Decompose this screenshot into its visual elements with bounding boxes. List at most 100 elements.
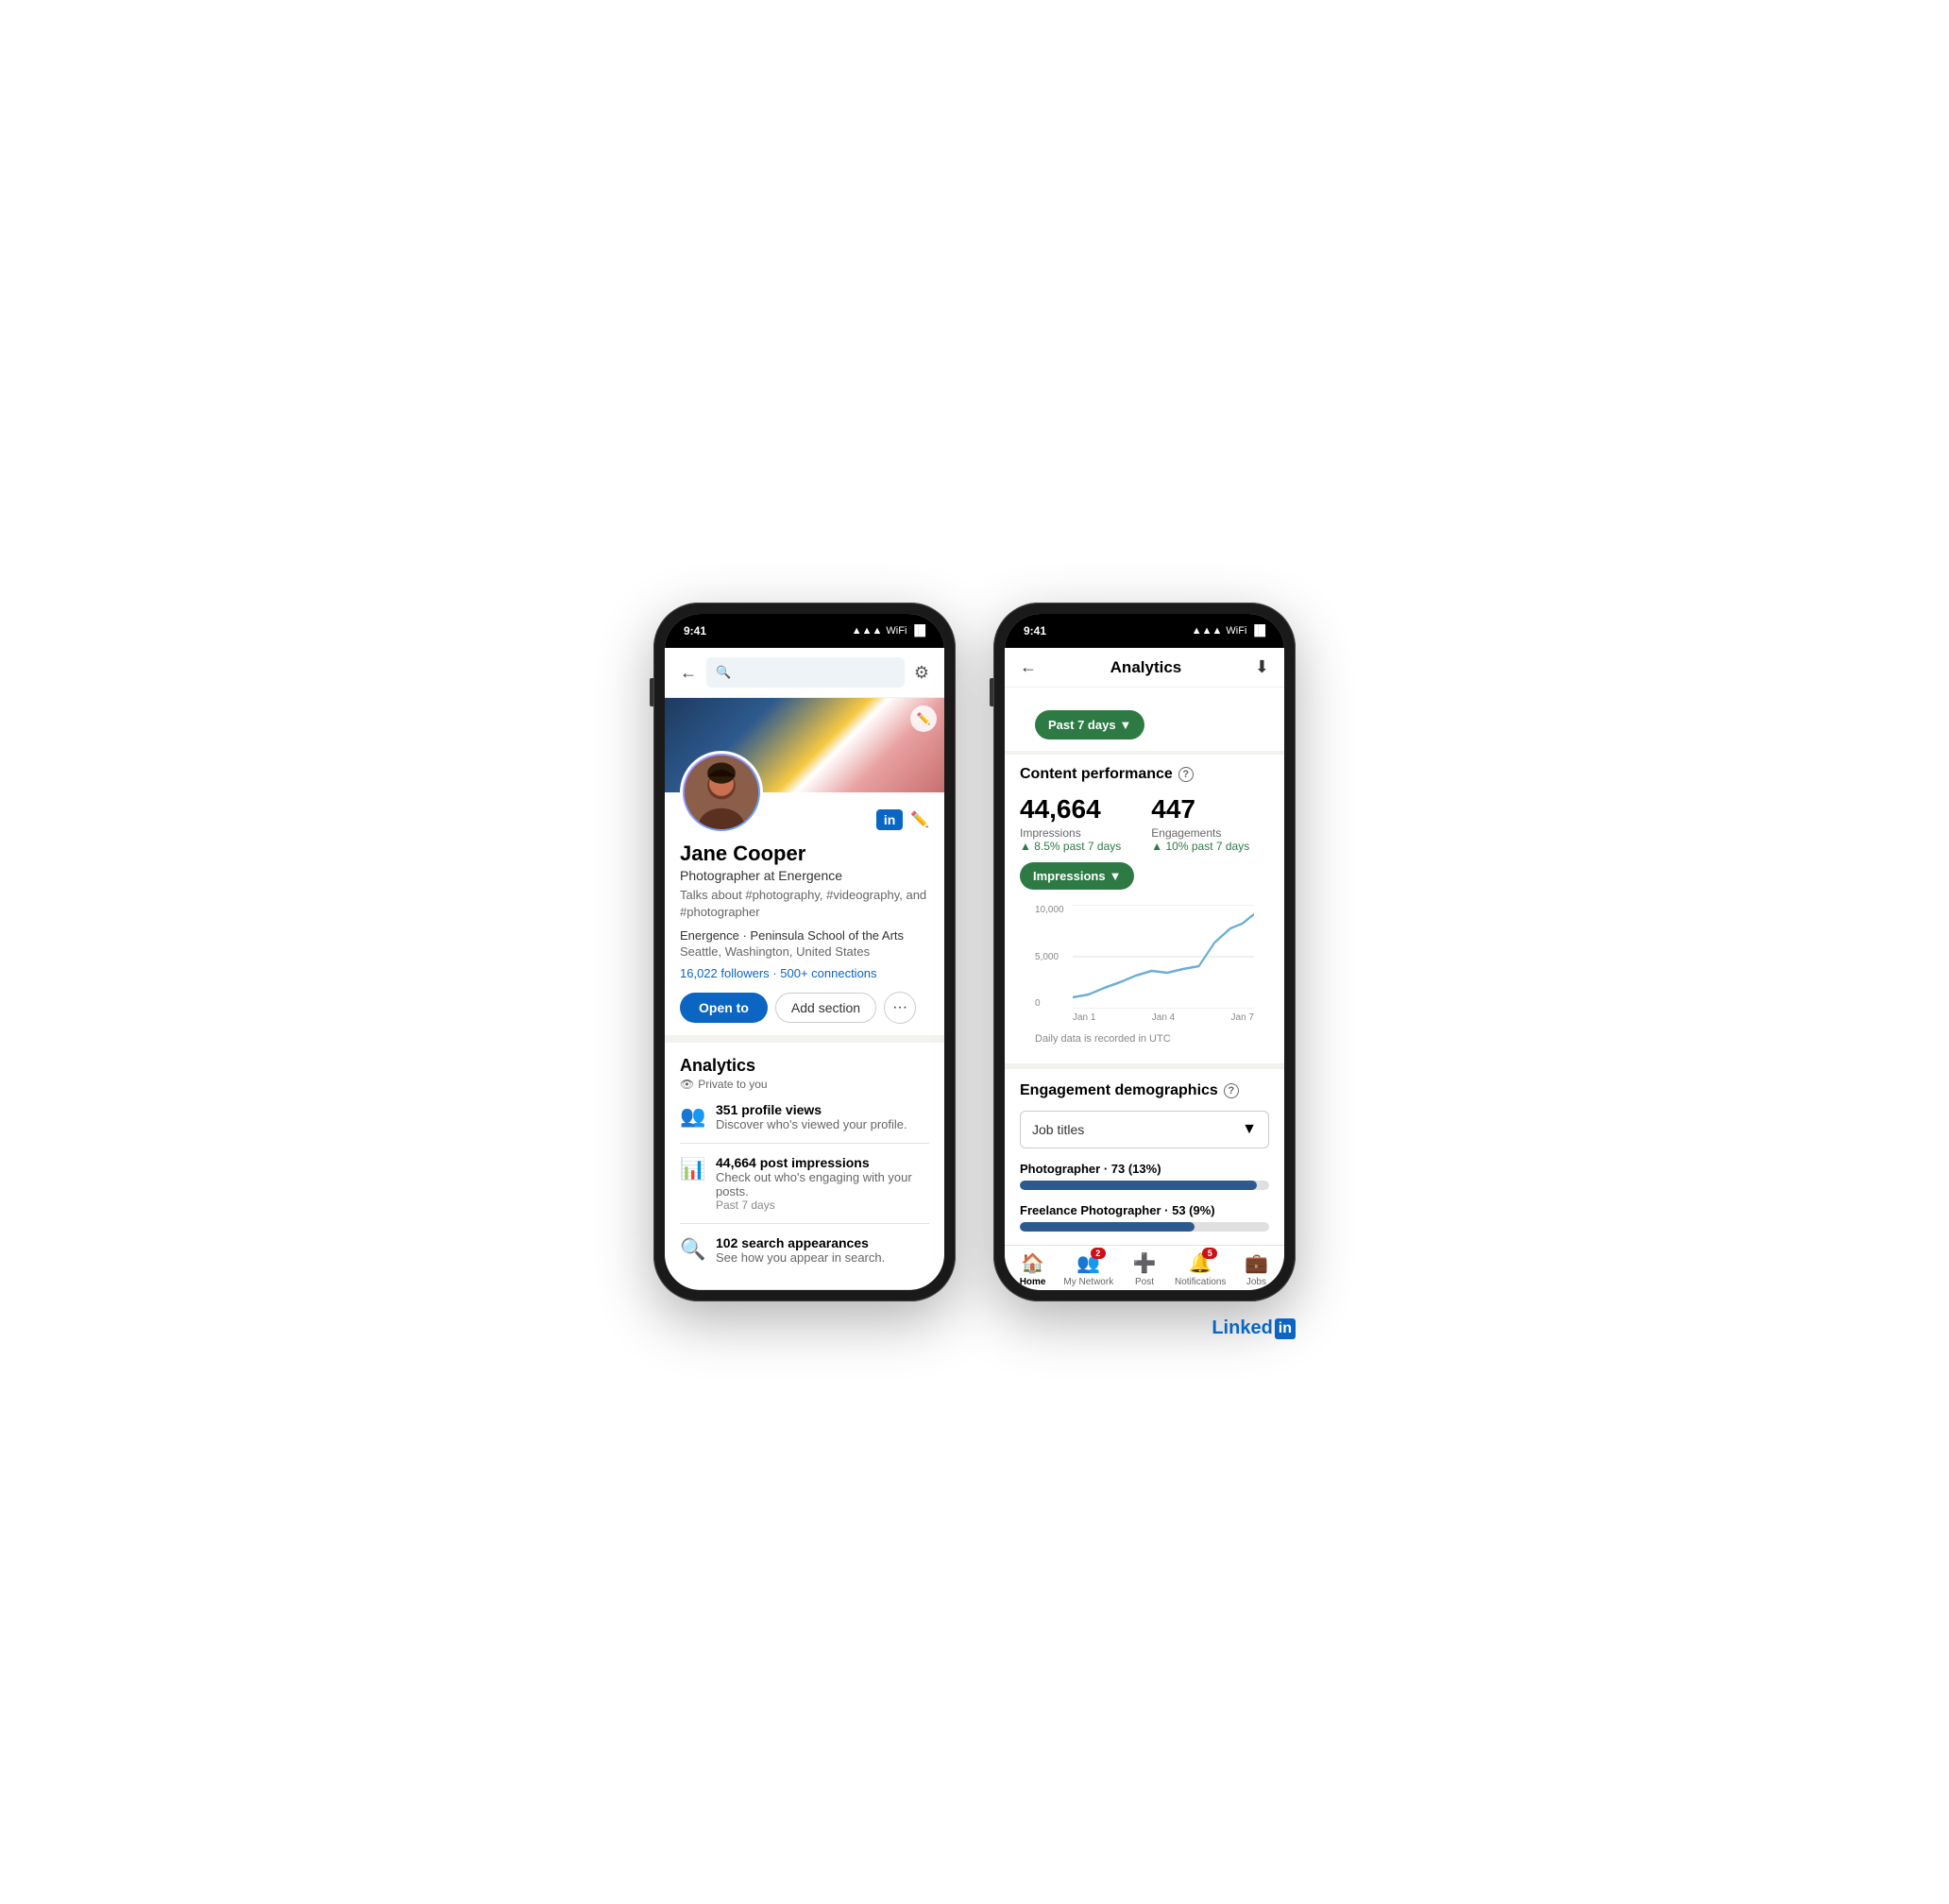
back-button-2[interactable]: ← (1020, 657, 1037, 677)
tab-network-2[interactable]: 2 👥 My Network (1060, 1251, 1116, 1287)
help-icon-demo[interactable]: ? (1224, 1083, 1239, 1098)
impressions-filter-button[interactable]: Impressions ▼ (1020, 862, 1134, 890)
chart-container: 10,000 5,000 0 (1035, 905, 1254, 1028)
download-button[interactable]: ⬇ (1255, 657, 1269, 677)
chevron-down-icon: ▼ (1242, 1121, 1257, 1138)
status-bar-2: 9:41 ▲▲▲ WiFi ▐█ (1005, 614, 1284, 648)
phone-1-content: ← 🔍 ⚙ ✏️ (665, 648, 944, 1290)
demo-item-freelance: Freelance Photographer · 53 (9%) (1020, 1203, 1269, 1232)
profile-title: Photographer at Energence (680, 868, 929, 883)
home-label-2: Home (1020, 1277, 1046, 1287)
followers-count[interactable]: 16,022 followers (680, 966, 770, 980)
job-titles-label: Job titles (1032, 1122, 1084, 1137)
home-icon-2: 🏠 (1021, 1251, 1044, 1275)
post-impressions-desc: Check out who's engaging with your posts… (716, 1170, 929, 1198)
x-label-jan4: Jan 4 (1152, 1012, 1175, 1023)
x-label-jan1: Jan 1 (1073, 1012, 1095, 1023)
eye-icon: 👁 (680, 1078, 694, 1091)
engagements-stat: 447 Engagements ▲ 10% past 7 days (1151, 794, 1249, 853)
back-button-1[interactable]: ← (680, 663, 697, 683)
time-filter-button[interactable]: Past 7 days ▼ (1035, 710, 1144, 740)
battery-icon-2: ▐█ (1250, 625, 1265, 637)
more-options-button[interactable]: ··· (884, 992, 916, 1024)
tab-notifications-2[interactable]: 5 🔔 Notifications (1173, 1251, 1229, 1287)
help-icon-cp[interactable]: ? (1178, 767, 1194, 782)
open-to-button[interactable]: Open to (680, 993, 768, 1023)
analytics-title: Analytics (680, 1056, 929, 1076)
engagement-demographics-section: Engagement demographics ? Job titles ▼ P… (1005, 1069, 1284, 1245)
analytics-page-title: Analytics (1110, 658, 1182, 677)
tab-home-2[interactable]: 🏠 Home (1005, 1251, 1060, 1287)
jobs-label-2: Jobs (1246, 1277, 1266, 1287)
add-section-button[interactable]: Add section (775, 993, 876, 1023)
phone-1-inner: 9:41 ▲▲▲ WiFi ▐█ ← 🔍 ⚙ (665, 614, 944, 1290)
demo-bar-fill-freelance (1020, 1222, 1195, 1232)
chart-area: 10,000 5,000 0 (1020, 905, 1269, 1052)
demo-bar-bg-freelance (1020, 1222, 1269, 1232)
phone-1: 9:41 ▲▲▲ WiFi ▐█ ← 🔍 ⚙ (653, 603, 956, 1301)
post-icon-2: ➕ (1133, 1251, 1157, 1275)
signal-icon-2: ▲▲▲ (1192, 625, 1223, 637)
notch-1 (748, 614, 861, 640)
cp-stats: 44,664 Impressions ▲ 8.5% past 7 days 44… (1020, 794, 1269, 853)
analytics-section: Analytics 👁 Private to you 👥 351 profile… (665, 1043, 944, 1289)
x-label-jan7: Jan 7 (1231, 1012, 1254, 1023)
jobs-icon-2: 💼 (1245, 1251, 1268, 1275)
analytics-item-search[interactable]: 🔍 102 search appearances See how you app… (680, 1224, 929, 1276)
impressions-change: ▲ 8.5% past 7 days (1020, 840, 1121, 853)
edit-profile-button[interactable]: ✏️ (910, 810, 929, 829)
analytics-text-views: 351 profile views Discover who's viewed … (716, 1102, 907, 1131)
profile-name: Jane Cooper (680, 842, 929, 866)
search-appearances-desc: See how you appear in search. (716, 1250, 885, 1265)
notifications-label-2: Notifications (1175, 1277, 1226, 1287)
chart-svg-wrap (1073, 905, 1254, 1009)
tab-jobs-2[interactable]: 💼 Jobs (1229, 1251, 1284, 1287)
settings-button-1[interactable]: ⚙ (914, 663, 929, 683)
profile-info: Jane Cooper Photographer at Energence Ta… (665, 834, 944, 1035)
y-label-10k: 10,000 (1035, 905, 1064, 915)
battery-icon-1: ▐█ (910, 625, 925, 637)
wifi-icon-1: WiFi (886, 625, 907, 637)
post-label-2: Post (1135, 1277, 1154, 1287)
impressions-value: 44,664 (1020, 794, 1121, 824)
analytics-item-views[interactable]: 👥 351 profile views Discover who's viewe… (680, 1091, 929, 1144)
tab-post-2[interactable]: ➕ Post (1116, 1251, 1172, 1287)
connections-count[interactable]: 500+ connections (780, 966, 876, 980)
profile-organization: Energence · Peninsula School of the Arts (680, 928, 929, 943)
filter-area: Past 7 days ▼ (1005, 688, 1284, 740)
search-appearances-stat: 102 search appearances (716, 1235, 885, 1250)
status-icons-2: ▲▲▲ WiFi ▐█ (1192, 625, 1265, 637)
demo-bar-bg-photographer (1020, 1181, 1269, 1190)
profile-views-desc: Discover who's viewed your profile. (716, 1117, 907, 1131)
status-bar-1: 9:41 ▲▲▲ WiFi ▐█ (665, 614, 944, 648)
job-titles-dropdown[interactable]: Job titles ▼ (1020, 1111, 1269, 1148)
notifications-badge-2: 5 (1202, 1248, 1217, 1259)
phone-2: 9:41 ▲▲▲ WiFi ▐█ ← Analytics ⬇ Past 7 (993, 603, 1296, 1301)
search-bar-1[interactable]: 🔍 (706, 657, 905, 688)
signal-icon-1: ▲▲▲ (852, 625, 883, 637)
wifi-icon-2: WiFi (1226, 625, 1246, 637)
y-label-5k: 5,000 (1035, 952, 1064, 962)
search-icon-1: 🔍 (716, 665, 731, 680)
analytics-item-impressions[interactable]: 📊 44,664 post impressions Check out who'… (680, 1144, 929, 1224)
avatar-wrap (680, 751, 763, 834)
post-impressions-stat: 44,664 post impressions (716, 1155, 929, 1170)
y-label-0: 0 (1035, 998, 1064, 1009)
engagement-demo-title: Engagement demographics ? (1020, 1082, 1269, 1099)
analytics-subtitle: 👁 Private to you (680, 1078, 929, 1091)
avatar-actions: in ✏️ (876, 809, 929, 830)
section-divider-1 (665, 1035, 944, 1043)
analytics-text-search: 102 search appearances See how you appea… (716, 1235, 885, 1265)
edit-banner-button[interactable]: ✏️ (910, 706, 937, 732)
profile-views-stat: 351 profile views (716, 1102, 907, 1117)
impressions-label: Impressions (1020, 826, 1121, 840)
profile-location: Seattle, Washington, United States (680, 944, 929, 959)
post-impressions-period: Past 7 days (716, 1198, 929, 1212)
status-icons-1: ▲▲▲ WiFi ▐█ (852, 625, 925, 637)
analytics-text-impressions: 44,664 post impressions Check out who's … (716, 1155, 929, 1212)
avatar (685, 756, 758, 829)
search-appearances-icon: 🔍 (680, 1237, 704, 1262)
impressions-stat: 44,664 Impressions ▲ 8.5% past 7 days (1020, 794, 1121, 853)
tab-bar-2: 🏠 Home 2 👥 My Network ➕ Post 5 🔔 (1005, 1245, 1284, 1290)
chart-svg (1073, 905, 1254, 1009)
